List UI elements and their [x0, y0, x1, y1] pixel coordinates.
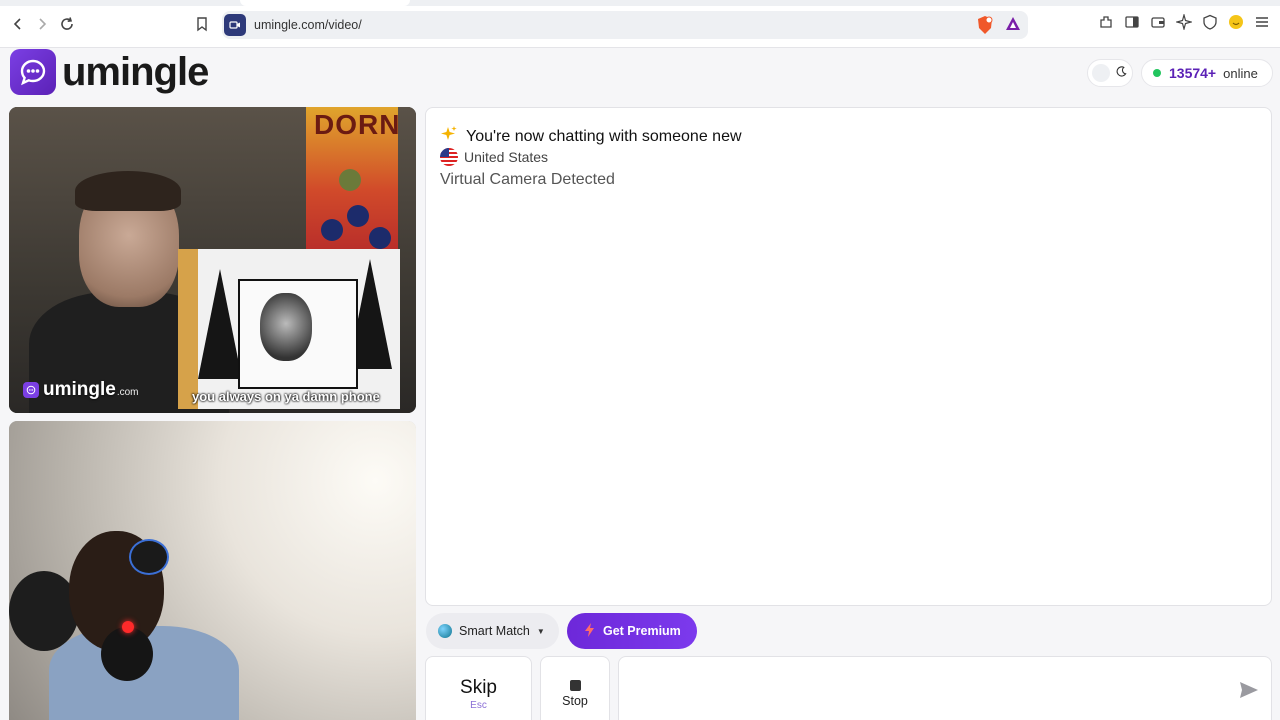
meme-caption: you always on ya damn phone — [192, 389, 380, 404]
poster-figure — [347, 205, 369, 227]
country-name: United States — [464, 149, 549, 165]
tab-strip — [0, 0, 1280, 6]
poster-figure — [339, 169, 361, 191]
get-premium-label: Get Premium — [603, 624, 681, 638]
self-video — [9, 421, 416, 720]
watermark-suffix: .com — [116, 387, 139, 398]
brave-rewards-icon[interactable] — [1004, 15, 1022, 40]
mic-led — [122, 621, 134, 633]
caret-down-icon: ▼ — [536, 626, 545, 636]
online-status-dot — [1153, 69, 1161, 77]
stop-icon — [569, 680, 581, 691]
brave-shield-icon[interactable] — [976, 15, 994, 40]
extensions-icon[interactable] — [1098, 14, 1114, 30]
bookmark-icon[interactable] — [192, 14, 212, 34]
stranger-hair — [75, 171, 181, 211]
status-message: You're now chatting with someone new — [440, 125, 742, 148]
virtual-camera-notice: Virtual Camera Detected — [440, 171, 615, 188]
meme-edge — [178, 249, 198, 409]
smart-match-label: Smart Match — [459, 624, 530, 638]
site-favicon-icon — [224, 14, 246, 36]
stop-button[interactable]: Stop — [540, 656, 610, 720]
sparkle-icon — [440, 125, 458, 148]
forward-icon[interactable] — [32, 14, 52, 34]
country-line: United States — [440, 148, 548, 166]
vpn-shield-icon[interactable] — [1202, 14, 1218, 30]
chat-log: You're now chatting with someone new Uni… — [425, 107, 1272, 606]
tree-shape — [198, 269, 242, 379]
online-label: online — [1223, 65, 1258, 81]
status-message-text: You're now chatting with someone new — [466, 127, 742, 145]
globe-icon — [438, 624, 452, 638]
watermark-logo-icon — [23, 382, 39, 398]
address-bar[interactable]: umingle.com/video/ — [222, 11, 1028, 39]
get-premium-button[interactable]: Get Premium — [567, 613, 697, 649]
smart-match-dropdown[interactable]: Smart Match ▼ — [426, 613, 559, 649]
headphone-shape — [129, 539, 169, 575]
theme-toggle[interactable] — [1087, 59, 1133, 87]
skip-shortcut: Esc — [470, 700, 487, 711]
send-icon[interactable] — [1239, 681, 1259, 699]
skip-label: Skip — [460, 677, 497, 698]
message-input[interactable] — [631, 671, 1221, 707]
chat-bubble-icon — [10, 49, 56, 95]
online-count: 13574+ — [1169, 65, 1217, 81]
poster-title: DORN — [314, 109, 401, 140]
menu-icon[interactable] — [1254, 14, 1270, 30]
logo-wordmark: umingle — [62, 50, 209, 94]
poster-figure — [321, 219, 343, 241]
poster-figure — [369, 227, 391, 249]
stranger-video: DORN you always on ya damn phone umingle… — [9, 107, 416, 413]
video-watermark: umingle .com — [23, 379, 139, 401]
toggle-knob — [1092, 64, 1110, 82]
url-text[interactable]: umingle.com/video/ — [254, 18, 362, 32]
meme-overlay: you always on ya damn phone — [178, 249, 400, 409]
browser-toolbar: umingle.com/video/ — [0, 0, 1280, 48]
wallet-icon[interactable] — [1150, 14, 1166, 30]
lightning-icon — [585, 622, 594, 640]
moon-icon — [1116, 66, 1127, 80]
skip-button[interactable]: Skip Esc — [425, 656, 532, 720]
reload-icon[interactable] — [57, 14, 77, 34]
watermark-text: umingle — [43, 379, 116, 400]
meme-face — [260, 293, 312, 361]
active-tab[interactable] — [240, 0, 410, 6]
us-flag-icon — [440, 148, 458, 166]
message-composer — [618, 656, 1272, 720]
leo-ai-icon[interactable] — [1176, 14, 1192, 30]
profile-icon[interactable] — [1228, 14, 1244, 30]
stop-label: Stop — [562, 694, 588, 708]
back-icon[interactable] — [8, 14, 28, 34]
online-counter: 13574+ online — [1141, 59, 1273, 87]
microphone-shape — [101, 627, 153, 681]
site-logo[interactable]: umingle — [10, 49, 209, 95]
sidebar-icon[interactable] — [1124, 14, 1140, 30]
